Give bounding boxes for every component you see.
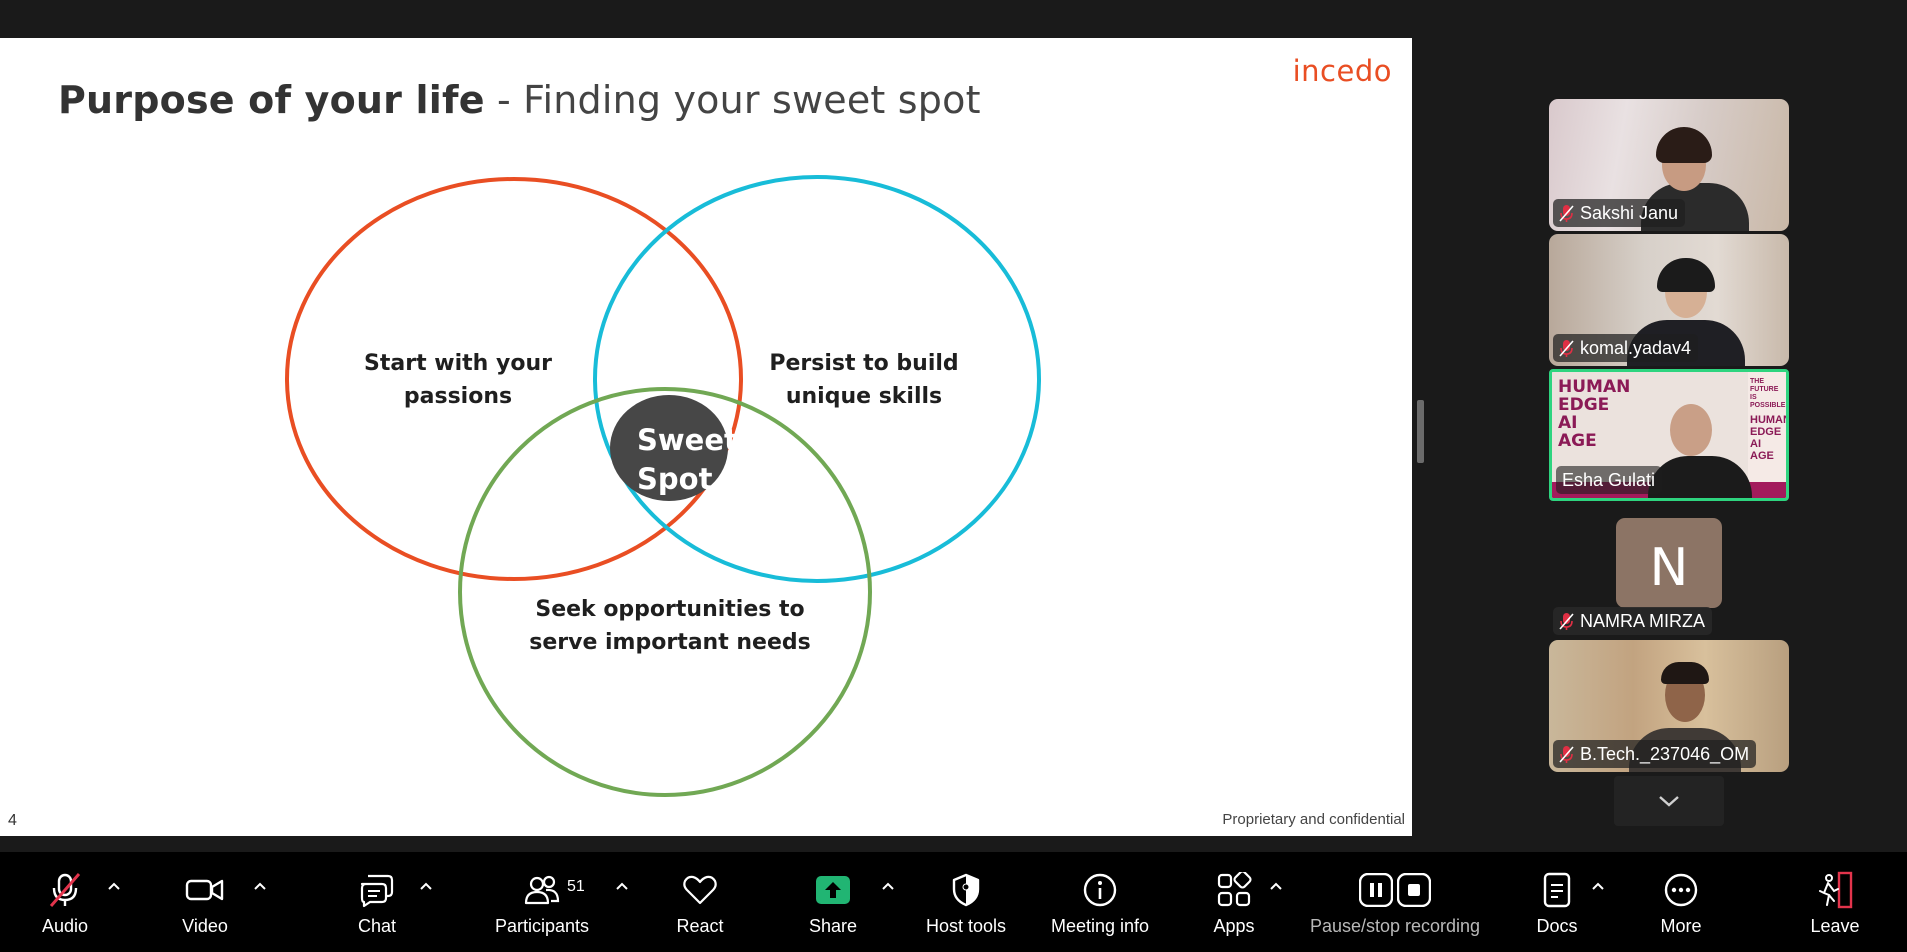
video-label: Video [182, 916, 228, 936]
participants-label: Participants [494, 916, 590, 936]
confidential-footer: Proprietary and confidential [1222, 811, 1405, 828]
heart-icon [683, 875, 717, 905]
chat-icon [360, 874, 394, 908]
recording-controls[interactable]: Pause/stop recording [1300, 852, 1490, 952]
participants-icon [524, 875, 560, 905]
react-button[interactable]: React [665, 852, 735, 952]
video-tile[interactable]: komal.yadav4 [1549, 234, 1789, 366]
video-options-caret[interactable] [252, 878, 268, 894]
audio-label: Audio [41, 916, 89, 936]
meeting-info-button[interactable]: Meeting info [1042, 852, 1158, 952]
shield-icon [952, 873, 980, 907]
book-cover-left: HUMAN EDGE AI AGE [1558, 377, 1631, 451]
share-label: Share [808, 916, 858, 936]
video-button[interactable]: Video [170, 852, 240, 952]
participant-name: Esha Gulati [1562, 469, 1656, 490]
chevron-up-icon [1592, 882, 1604, 890]
book-right-header: THE FUTURE IS POSSIBLE [1750, 378, 1786, 409]
chevron-up-icon [882, 882, 894, 890]
resize-handle[interactable] [1417, 400, 1424, 463]
chevron-up-icon [108, 882, 120, 890]
chat-button[interactable]: Chat [342, 852, 412, 952]
slide-number: 4 [8, 812, 17, 829]
react-label: React [676, 916, 724, 936]
recording-label: Pause/stop recording [1309, 916, 1481, 936]
participant-name-bar: Esha Gulati [1556, 466, 1663, 494]
chevron-up-icon [616, 882, 628, 890]
info-icon [1083, 873, 1117, 907]
docs-button[interactable]: Docs [1522, 852, 1592, 952]
mic-off-icon [1559, 204, 1574, 222]
participant-name: Sakshi Janu [1580, 202, 1679, 223]
chevron-down-icon [1659, 796, 1679, 807]
skills-label: Persist to build unique skills [769, 351, 959, 409]
apps-label: Apps [1213, 916, 1255, 936]
share-button[interactable]: Share [798, 852, 868, 952]
mic-off-icon [1559, 612, 1574, 630]
avatar-tile[interactable]: N [1616, 518, 1722, 608]
audio-button[interactable]: Audio [30, 852, 100, 952]
book-right-title: HUMAN EDGE AI AGE [1750, 414, 1789, 462]
chevron-up-icon [254, 882, 266, 890]
participant-name-bar: NAMRA MIRZA [1553, 607, 1713, 635]
participant-name-bar: komal.yadav4 [1553, 334, 1699, 362]
document-icon [1543, 872, 1571, 908]
chevron-up-icon [420, 882, 432, 890]
mic-off-icon [1559, 745, 1574, 763]
leave-button[interactable]: Leave [1800, 852, 1870, 952]
share-options-caret[interactable] [880, 878, 896, 894]
more-options-icon [1664, 873, 1698, 907]
avatar-initial: N [1649, 538, 1689, 598]
gallery-scroll-down-button[interactable] [1614, 776, 1724, 826]
video-tile[interactable]: Sakshi Janu [1549, 99, 1789, 231]
mic-muted-icon [49, 873, 81, 907]
host-tools-button[interactable]: Host tools [918, 852, 1014, 952]
participant-name: B.Tech._237046_OM [1580, 743, 1750, 764]
apps-icon [1217, 872, 1252, 907]
meeting-info-label: Meeting info [1050, 916, 1150, 936]
chat-options-caret[interactable] [418, 878, 434, 894]
video-tile-active-speaker[interactable]: HUMAN EDGE AI AGE THE FUTURE IS POSSIBLE… [1549, 369, 1789, 501]
shared-screen-slide: Purpose of your life - Finding your swee… [0, 38, 1412, 836]
participants-button[interactable]: Participants [490, 852, 594, 952]
participant-name-bar: Sakshi Janu [1553, 199, 1686, 227]
audio-options-caret[interactable] [106, 878, 122, 894]
mic-off-icon [1559, 339, 1574, 357]
chevron-up-icon [1270, 882, 1282, 890]
participants-options-caret[interactable] [614, 878, 630, 894]
participant-name-bar: B.Tech._237046_OM [1553, 740, 1757, 768]
host-tools-label: Host tools [925, 916, 1007, 936]
meeting-toolbar: Audio Video Chat Participants 51 React S… [0, 852, 1907, 952]
share-screen-icon [816, 876, 850, 904]
sweet-spot-label: Sweet Spot [637, 423, 738, 496]
more-button[interactable]: More [1646, 852, 1716, 952]
apps-button[interactable]: Apps [1199, 852, 1269, 952]
stop-recording-icon[interactable] [1397, 873, 1431, 907]
top-bar [0, 0, 1907, 38]
pause-recording-icon[interactable] [1359, 873, 1393, 907]
docs-options-caret[interactable] [1590, 878, 1606, 894]
video-tile[interactable]: B.Tech._237046_OM [1549, 640, 1789, 772]
more-label: More [1660, 916, 1702, 936]
leave-door-icon [1819, 871, 1853, 909]
participant-name: komal.yadav4 [1580, 337, 1692, 358]
participant-count-badge: 51 [567, 878, 585, 895]
needs-label: Seek opportunities to serve important ne… [529, 597, 811, 655]
video-camera-icon [185, 879, 224, 901]
book-right: THE FUTURE IS POSSIBLE HUMAN EDGE AI AGE [1748, 372, 1786, 498]
leave-label: Leave [1810, 916, 1860, 936]
participant-name: NAMRA MIRZA [1580, 610, 1706, 631]
passions-label: Start with your passions [364, 351, 552, 409]
docs-label: Docs [1536, 916, 1578, 936]
apps-options-caret[interactable] [1268, 878, 1284, 894]
chat-label: Chat [357, 916, 397, 936]
